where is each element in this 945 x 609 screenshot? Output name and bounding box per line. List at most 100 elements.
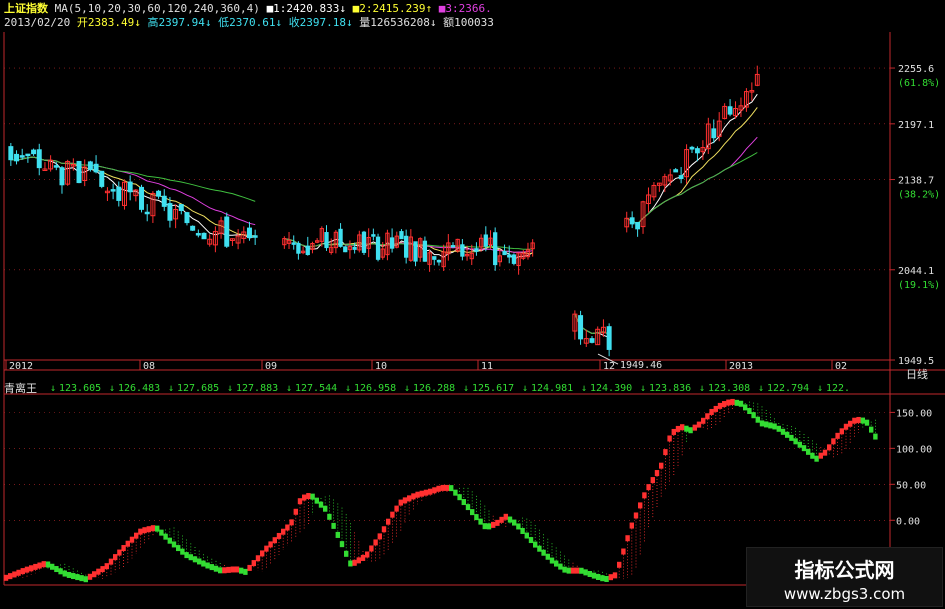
- value-label: 123.308: [708, 383, 750, 394]
- price-tick-label: 1949.5: [898, 356, 934, 367]
- value-label: 127.685: [177, 383, 219, 394]
- osc-tick-label: 0.00: [896, 516, 920, 527]
- price-y-axis: 2255.6 (61.8%) 2197.1 2138.7 (38.2%) 2044.1 (1…: [890, 64, 940, 367]
- price-tick-label: 2197.1: [898, 120, 934, 131]
- osc-marker: [587, 570, 592, 577]
- ma10-line: [626, 107, 758, 225]
- candle-body: [678, 175, 684, 180]
- osc-marker: [314, 497, 319, 504]
- candle-body: [87, 161, 93, 170]
- value-label: 124.390: [590, 383, 632, 394]
- x-tick-label: 02: [835, 361, 847, 372]
- candle-body: [404, 235, 409, 258]
- candle-body: [99, 170, 105, 187]
- close-value: 收2397.18↓: [288, 16, 353, 29]
- high-value: 高2397.94↓: [147, 16, 212, 29]
- value-arrow: ↓: [699, 383, 705, 394]
- osc-marker: [512, 519, 517, 526]
- price-tick-label: (61.8%): [898, 78, 940, 89]
- oscillator-title: 青离王: [4, 381, 37, 395]
- candle-body: [483, 234, 488, 247]
- candle-body: [511, 254, 517, 264]
- candle-body: [711, 128, 717, 139]
- candle-body: [432, 256, 437, 260]
- value-label: 123.605: [59, 383, 101, 394]
- candle-body: [578, 315, 584, 340]
- osc-marker: [696, 421, 702, 428]
- osc-marker: [692, 424, 697, 431]
- candle-body: [190, 225, 196, 231]
- x-tick-label: 2012: [9, 361, 33, 372]
- candle-body: [606, 326, 612, 350]
- value-arrow: ↓: [168, 383, 174, 394]
- candle-body: [695, 148, 700, 154]
- value-arrow: ↓: [109, 383, 115, 394]
- candle-body: [305, 245, 310, 256]
- candle-body: [139, 186, 145, 210]
- ma1-value: ■1:2420.833↓: [266, 2, 347, 15]
- price-tick-label: 2255.6: [898, 64, 934, 75]
- candle-body: [507, 254, 512, 258]
- candle-body: [343, 246, 348, 253]
- ma60-line: [626, 152, 758, 225]
- candle-body: [224, 216, 230, 247]
- value-arrow: ↓: [463, 383, 469, 394]
- candle-body: [338, 228, 343, 247]
- period-label: 日线: [906, 367, 928, 381]
- value-label: 125.617: [472, 383, 514, 394]
- osc-marker: [453, 489, 458, 496]
- osc-marker: [562, 566, 567, 573]
- candle-body: [352, 246, 357, 250]
- open-value: 开2383.49↓: [76, 16, 141, 29]
- x-tick-label: 08: [143, 361, 155, 372]
- osc-marker: [239, 567, 244, 574]
- value-label: 126.288: [413, 383, 455, 394]
- value-arrow: ↓: [286, 383, 292, 394]
- value-arrow: ↓: [404, 383, 410, 394]
- candle-body: [201, 232, 207, 240]
- watermark-title: 指标公式网: [794, 558, 895, 582]
- ma3-value: ■3:2366.: [438, 2, 492, 15]
- value-label: 126.958: [354, 383, 396, 394]
- candle-body: [14, 153, 20, 162]
- value-label: 122.794: [767, 383, 809, 394]
- candle-body: [673, 169, 679, 173]
- candle-body: [502, 250, 507, 256]
- candle-body: [727, 106, 733, 115]
- candle-body: [127, 181, 133, 193]
- candle-body: [8, 146, 14, 161]
- osc-marker: [688, 427, 693, 434]
- osc-marker: [734, 399, 739, 406]
- candle-body: [324, 232, 329, 249]
- osc-marker: [226, 566, 231, 573]
- candle-body: [161, 195, 167, 207]
- candle-body: [375, 236, 381, 260]
- value-arrow: ↓: [522, 383, 528, 394]
- osc-marker: [864, 419, 870, 426]
- osc-marker: [247, 564, 252, 571]
- oscillator-y-axis: 150.00 100.00 50.00 0.00: [890, 408, 932, 527]
- osc-marker: [612, 572, 618, 579]
- value-arrow: ↓: [345, 383, 351, 394]
- value-label: 127.883: [236, 383, 278, 394]
- osc-marker: [583, 569, 588, 576]
- index-name: 上证指数: [4, 2, 48, 15]
- ma10-line: [10, 156, 256, 237]
- low-value: 低2370.61↓: [218, 16, 283, 29]
- x-tick-label: 11: [481, 361, 493, 372]
- osc-marker: [348, 560, 353, 567]
- candle-body: [422, 240, 428, 262]
- osc-marker: [12, 571, 17, 578]
- ma-params: MA(5,10,20,30,60,120,240,360,4): [54, 2, 260, 15]
- candle-body: [144, 211, 150, 215]
- header-row-1: 上证指数 MA(5,10,20,30,60,120,240,360,4) ■1:…: [4, 2, 492, 15]
- ma5-line: [10, 156, 256, 239]
- value-arrow: ↓: [758, 383, 764, 394]
- ma2-value: ■2:2415.239↑: [352, 2, 433, 15]
- osc-marker: [520, 527, 525, 534]
- osc-marker: [772, 423, 777, 430]
- osc-marker: [793, 438, 798, 445]
- candle-body: [589, 338, 595, 343]
- price-tick-label: (38.2%): [898, 190, 940, 201]
- annotation-label: 1949.46: [620, 360, 662, 371]
